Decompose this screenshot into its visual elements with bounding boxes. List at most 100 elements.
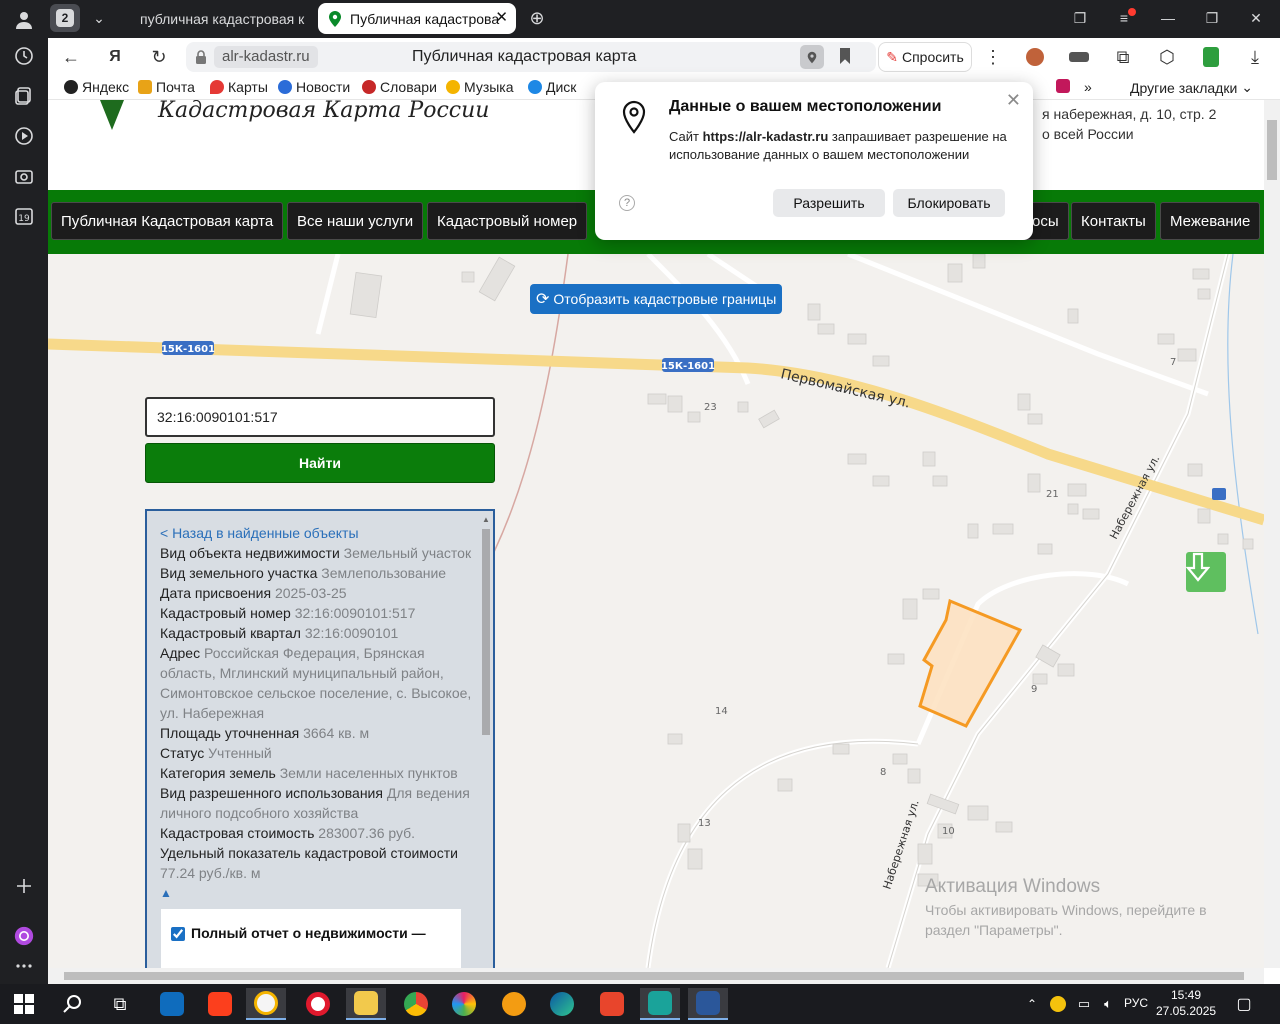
full-report-option[interactable]: Полный отчет о недвижимости — bbox=[161, 909, 461, 968]
outlook-icon[interactable] bbox=[152, 988, 192, 1020]
extensions-puzzle-icon[interactable]: ⧉ bbox=[1112, 46, 1134, 68]
alice-icon[interactable] bbox=[8, 920, 40, 952]
close-window-icon[interactable]: ✕ bbox=[1234, 0, 1278, 36]
reload-icon[interactable]: ↻ bbox=[148, 46, 170, 68]
edge-icon[interactable] bbox=[542, 988, 582, 1020]
site-title[interactable]: Кадастровая Карта России bbox=[158, 100, 489, 123]
bookmark-music[interactable]: Музыка bbox=[446, 79, 514, 95]
bus-stop-icon[interactable] bbox=[1212, 488, 1226, 500]
search-icon[interactable] bbox=[52, 988, 92, 1020]
bookmark-icon[interactable] bbox=[840, 48, 850, 64]
address-page-title[interactable]: Публичная кадастровая карта bbox=[412, 48, 636, 66]
download-arrow-icon[interactable] bbox=[1186, 552, 1226, 592]
collections-icon[interactable] bbox=[8, 80, 40, 112]
history-icon[interactable] bbox=[8, 40, 40, 72]
task-view-icon[interactable]: ⧉ bbox=[100, 988, 140, 1020]
tray-app-icon[interactable] bbox=[1046, 988, 1070, 1020]
nav-cadastral-number[interactable]: Кадастровый номер bbox=[427, 202, 588, 240]
word-icon[interactable] bbox=[688, 988, 728, 1020]
yandex-browser-icon[interactable] bbox=[246, 988, 286, 1020]
nav-public-map[interactable]: Публичная Кадастровая карта bbox=[51, 202, 284, 240]
video-icon[interactable] bbox=[8, 120, 40, 152]
ask-icon: ✎ bbox=[886, 48, 898, 65]
search-button[interactable]: Найти bbox=[145, 443, 495, 483]
downloads-icon[interactable]: ⤓ bbox=[1244, 46, 1266, 68]
chat-app-icon[interactable] bbox=[640, 988, 680, 1020]
input-language[interactable]: РУС bbox=[1124, 996, 1148, 1010]
bookmark-extra-icon[interactable] bbox=[1056, 79, 1070, 93]
collapse-arrow-icon[interactable]: ▲ bbox=[160, 883, 478, 903]
panel-scrollbar[interactable]: ▲ bbox=[481, 515, 491, 968]
nav-surveying[interactable]: Межевание bbox=[1160, 202, 1261, 240]
page-horizontal-scroll-thumb[interactable] bbox=[64, 972, 1244, 980]
bookmark-yandex[interactable]: Яндекс bbox=[64, 79, 129, 95]
ask-alice-button[interactable]: ✎ Спросить bbox=[878, 42, 972, 72]
location-icon[interactable] bbox=[800, 45, 824, 69]
full-report-checkbox[interactable] bbox=[171, 927, 185, 941]
chrome-icon[interactable] bbox=[396, 988, 436, 1020]
bookmark-maps[interactable]: Карты bbox=[210, 79, 268, 95]
extension-office-icon[interactable]: ⬡ bbox=[1156, 46, 1178, 68]
bookmarks-more-icon[interactable]: » bbox=[1084, 79, 1092, 95]
file-explorer-icon[interactable] bbox=[346, 988, 386, 1020]
bookmark-dictionaries[interactable]: Словари bbox=[362, 79, 437, 95]
bookmark-news[interactable]: Новости bbox=[278, 79, 350, 95]
selected-parcel[interactable] bbox=[918, 598, 1023, 728]
address-bar[interactable]: alr-kadastr.ru Публичная кадастровая кар… bbox=[186, 42, 876, 72]
restore-icon[interactable]: ❐ bbox=[1190, 0, 1234, 36]
allow-button[interactable]: Разрешить bbox=[773, 189, 885, 217]
nav-contacts[interactable]: Контакты bbox=[1071, 202, 1156, 240]
tab-list-chevron-icon[interactable]: ⌄ bbox=[84, 3, 114, 34]
tab-2-active[interactable]: Публичная кадастрова ✕ bbox=[318, 3, 516, 34]
page-horizontal-scrollbar[interactable] bbox=[48, 968, 1264, 984]
address-domain[interactable]: alr-kadastr.ru bbox=[214, 46, 318, 68]
screenshot-icon[interactable] bbox=[8, 160, 40, 192]
bookmark-mail[interactable]: Почта bbox=[138, 79, 195, 95]
back-icon[interactable]: ← bbox=[60, 46, 82, 68]
extension-avatar-icon[interactable] bbox=[1024, 46, 1046, 68]
page-vertical-scroll-thumb[interactable] bbox=[1267, 120, 1277, 180]
more-options-icon[interactable]: ⋮ bbox=[982, 46, 1004, 68]
yandex-app-icon[interactable] bbox=[200, 988, 240, 1020]
calendar-icon[interactable]: 19 bbox=[8, 200, 40, 232]
info-label: Кадастровый квартал bbox=[160, 625, 301, 641]
panel-scroll-thumb[interactable] bbox=[482, 529, 490, 735]
tab-counter[interactable]: 2 bbox=[50, 4, 80, 32]
tab-close-icon[interactable]: ✕ bbox=[495, 8, 508, 26]
menu-icon[interactable]: ≡ bbox=[1102, 0, 1146, 36]
nav-services[interactable]: Все наши услуги bbox=[287, 202, 424, 240]
extension-cloud-icon[interactable] bbox=[1068, 46, 1090, 68]
tab-1[interactable]: публичная кадастровая к bbox=[122, 3, 308, 34]
profile-icon[interactable] bbox=[8, 4, 40, 36]
block-button[interactable]: Блокировать bbox=[893, 189, 1005, 217]
color-app-icon[interactable] bbox=[444, 988, 484, 1020]
windows-start-icon[interactable] bbox=[4, 988, 44, 1020]
opera-icon[interactable] bbox=[298, 988, 338, 1020]
popup-close-icon[interactable]: ✕ bbox=[1006, 90, 1021, 111]
clock[interactable]: 15:49 27.05.2025 bbox=[1156, 987, 1216, 1019]
volume-icon[interactable]: 🔈︎ bbox=[1096, 988, 1120, 1020]
cadastral-map[interactable]: 15К-1601 15К-1601 Первомайская ул. Набер… bbox=[48, 254, 1264, 968]
network-icon[interactable]: ▭ bbox=[1072, 988, 1096, 1020]
new-tab-icon[interactable]: ⊕ bbox=[524, 3, 550, 34]
cadastral-search-input[interactable] bbox=[145, 397, 495, 437]
media-app-icon[interactable] bbox=[494, 988, 534, 1020]
scroll-up-icon[interactable]: ▲ bbox=[482, 515, 490, 524]
notifications-icon[interactable]: ▢ bbox=[1224, 988, 1264, 1020]
page-vertical-scrollbar[interactable] bbox=[1264, 100, 1280, 968]
site-logo-icon[interactable] bbox=[100, 100, 124, 130]
info-value: Российская Федерация, Брянская область, … bbox=[160, 645, 472, 721]
help-icon[interactable]: ? bbox=[619, 195, 635, 211]
add-panel-icon[interactable] bbox=[8, 870, 40, 902]
yandex-home-icon[interactable]: Я bbox=[104, 46, 126, 68]
more-icon[interactable] bbox=[8, 950, 40, 982]
bookmark-disk[interactable]: Диск bbox=[528, 79, 576, 95]
tray-chevron-up-icon[interactable]: ⌃ bbox=[1020, 988, 1044, 1020]
extension-money-icon[interactable] bbox=[1200, 46, 1222, 68]
minimize-icon[interactable]: — bbox=[1146, 0, 1190, 36]
wps-icon[interactable] bbox=[592, 988, 632, 1020]
other-bookmarks[interactable]: Другие закладки ⌄ bbox=[1130, 79, 1253, 96]
back-to-results-link[interactable]: < Назад в найденные объекты bbox=[160, 523, 478, 543]
show-borders-button[interactable]: ⟳ Отобразить кадастровые границы bbox=[530, 284, 782, 314]
tab-manager-icon[interactable]: ❐ bbox=[1058, 0, 1102, 36]
